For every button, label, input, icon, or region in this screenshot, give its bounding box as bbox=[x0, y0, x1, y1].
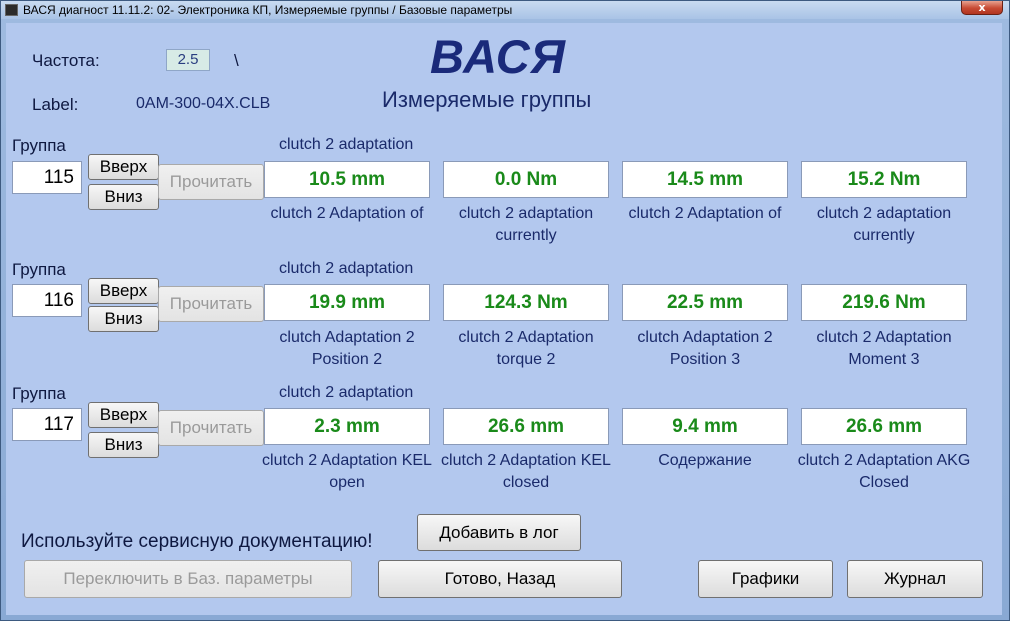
group-up-button[interactable]: Вверх bbox=[88, 154, 159, 180]
value-field: 26.6 mm bbox=[801, 408, 967, 445]
value-field: 19.9 mm bbox=[264, 284, 430, 321]
group-label: Группа bbox=[12, 260, 66, 279]
value-field: 15.2 Nm bbox=[801, 161, 967, 198]
frequency-value: 2.5 bbox=[166, 49, 210, 71]
app-icon bbox=[5, 4, 18, 16]
client-area: Частота: 2.5 \ Label: 0AM-300-04X.CLB ВА… bbox=[6, 23, 1002, 615]
close-button[interactable]: x bbox=[961, 1, 1003, 15]
value-description: clutch 2 Adaptation KEL closed bbox=[441, 452, 611, 491]
value-description: clutch 2 Adaptation Moment 3 bbox=[816, 329, 952, 368]
value-field: 9.4 mm bbox=[622, 408, 788, 445]
value-description: clutch 2 adaptation currently bbox=[458, 205, 594, 244]
done-back-button[interactable]: Готово, Назад bbox=[378, 560, 622, 598]
group-down-button[interactable]: Вниз bbox=[88, 306, 159, 332]
value-field: 2.3 mm bbox=[264, 408, 430, 445]
graphs-button[interactable]: Графики bbox=[698, 560, 833, 598]
value-field: 124.3 Nm bbox=[443, 284, 609, 321]
journal-button[interactable]: Журнал bbox=[847, 560, 983, 598]
value-description: clutch Adaptation 2 Position 3 bbox=[637, 329, 773, 368]
frequency-indicator: \ bbox=[234, 51, 239, 70]
group-down-button[interactable]: Вниз bbox=[88, 432, 159, 458]
brand-logo: ВАСЯ bbox=[430, 30, 566, 83]
value-description: clutch Adaptation 2 Position 2 bbox=[279, 329, 415, 368]
value-field: 10.5 mm bbox=[264, 161, 430, 198]
group-label: Группа bbox=[12, 384, 66, 403]
page-subtitle: Измеряемые группы bbox=[382, 87, 592, 112]
frequency-label: Частота: bbox=[32, 51, 100, 70]
group-down-button[interactable]: Вниз bbox=[88, 184, 159, 210]
read-button[interactable]: Прочитать bbox=[158, 164, 264, 200]
value-description: clutch 2 Adaptation KEL open bbox=[262, 452, 432, 491]
title-bar[interactable]: ВАСЯ диагност 11.11.2: 02- Электроника К… bbox=[1, 1, 1009, 19]
group-number-input[interactable]: 115 bbox=[12, 161, 82, 194]
service-doc-warning: Используйте сервисную документацию! bbox=[21, 531, 373, 552]
value-description: clutch 2 Adaptation of arm bbox=[628, 205, 782, 222]
value-field: 22.5 mm bbox=[622, 284, 788, 321]
value-field: 26.6 mm bbox=[443, 408, 609, 445]
value-description: clutch 2 Adaptation of arm bbox=[270, 205, 424, 222]
label-file: 0AM-300-04X.CLB bbox=[136, 95, 271, 112]
value-description: Содержание bbox=[658, 452, 752, 469]
value-field: 219.6 Nm bbox=[801, 284, 967, 321]
switch-basic-params-button[interactable]: Переключить в Баз. параметры bbox=[24, 560, 352, 598]
add-to-log-button[interactable]: Добавить в лог bbox=[417, 514, 581, 551]
value-description: clutch 2 Adaptation torque 2 bbox=[458, 329, 594, 368]
group-number-input[interactable]: 117 bbox=[12, 408, 82, 441]
label-caption: Label: bbox=[32, 95, 79, 114]
value-field: 14.5 mm bbox=[622, 161, 788, 198]
group-title: clutch 2 adaptation bbox=[279, 136, 414, 153]
group-label: Группа bbox=[12, 136, 66, 155]
value-description: clutch 2 adaptation currently bbox=[816, 205, 952, 244]
value-description: clutch 2 Adaptation AKG Closed bbox=[797, 452, 971, 491]
value-field: 0.0 Nm bbox=[443, 161, 609, 198]
group-up-button[interactable]: Вверх bbox=[88, 402, 159, 428]
read-button[interactable]: Прочитать bbox=[158, 410, 264, 446]
group-number-input[interactable]: 116 bbox=[12, 284, 82, 317]
group-up-button[interactable]: Вверх bbox=[88, 278, 159, 304]
group-title: clutch 2 adaptation bbox=[279, 260, 414, 277]
app-window: ВАСЯ диагност 11.11.2: 02- Электроника К… bbox=[0, 0, 1010, 621]
read-button[interactable]: Прочитать bbox=[158, 286, 264, 322]
window-title: ВАСЯ диагност 11.11.2: 02- Электроника К… bbox=[23, 3, 513, 17]
group-title: clutch 2 adaptation bbox=[279, 384, 414, 401]
